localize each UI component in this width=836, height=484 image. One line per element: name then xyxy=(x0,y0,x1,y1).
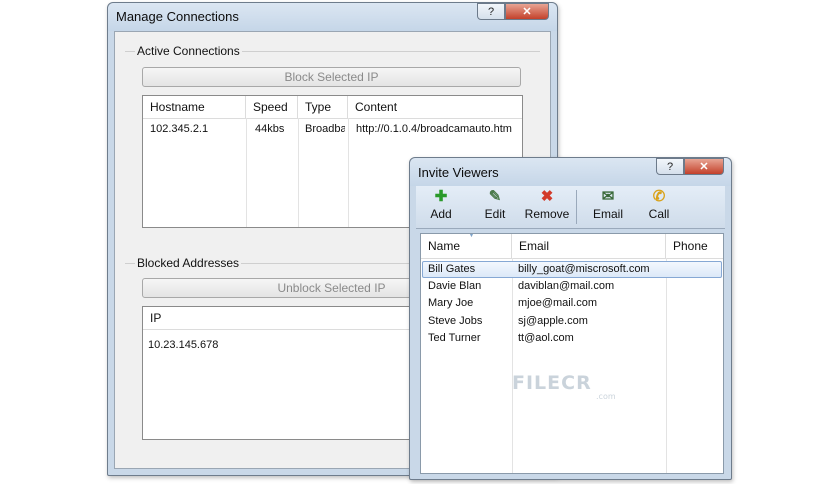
column-content[interactable]: Content xyxy=(348,96,522,118)
edit-person-icon: ✎ xyxy=(488,188,502,205)
type-cell: Broadba xyxy=(305,123,345,135)
column-phone[interactable]: Phone xyxy=(666,234,723,258)
viewers-list-header: Name Email Phone ▼ xyxy=(421,234,723,259)
email-cell: billy_goat@miscrosoft.com xyxy=(518,263,650,275)
col-divider xyxy=(512,258,513,473)
manage-title-bar[interactable]: Manage Connections ? ✕ xyxy=(108,3,557,31)
email-cell: daviblan@mail.com xyxy=(518,280,615,292)
invite-viewers-window: Invite Viewers ? ✕ ✚ Add ✎ Edit ✖ Remove… xyxy=(409,157,732,480)
col-divider xyxy=(246,118,247,227)
filecr-watermark: FILECR .com xyxy=(512,372,616,401)
remove-button[interactable]: ✖ Remove xyxy=(522,188,572,226)
viewers-list[interactable]: Name Email Phone ▼ Bill Gates billy_goat… xyxy=(420,233,724,474)
name-cell: Davie Blan xyxy=(428,280,482,292)
column-hostname[interactable]: Hostname xyxy=(143,96,246,118)
name-cell: Mary Joe xyxy=(428,297,474,309)
toolbar-separator xyxy=(576,190,577,224)
col-divider xyxy=(348,118,349,227)
column-name[interactable]: Name xyxy=(421,234,512,258)
column-speed[interactable]: Speed xyxy=(246,96,298,118)
active-connections-label: Active Connections xyxy=(135,44,242,58)
name-cell: Steve Jobs xyxy=(428,315,483,327)
invite-toolbar: ✚ Add ✎ Edit ✖ Remove ✉ Email ✆ Call xyxy=(416,186,725,229)
email-person-icon: ✉ xyxy=(601,188,615,205)
column-email[interactable]: Email xyxy=(512,234,666,258)
plus-icon: ✚ xyxy=(434,188,448,205)
manage-help-button[interactable]: ? xyxy=(477,3,505,20)
email-cell: sj@apple.com xyxy=(518,315,588,327)
phone-icon: ✆ xyxy=(652,188,666,205)
invite-help-button[interactable]: ? xyxy=(656,158,684,175)
name-cell: Bill Gates xyxy=(428,263,476,275)
speed-cell: 44kbs xyxy=(255,123,285,135)
manage-window-title: Manage Connections xyxy=(116,9,239,24)
remove-x-icon: ✖ xyxy=(540,188,554,205)
name-cell: Ted Turner xyxy=(428,332,481,344)
ip-cell: 10.23.145.678 xyxy=(148,339,219,351)
add-button[interactable]: ✚ Add xyxy=(424,188,458,226)
col-divider xyxy=(298,118,299,227)
email-cell: mjoe@mail.com xyxy=(518,297,598,309)
active-list-header: Hostname Speed Type Content xyxy=(143,96,522,119)
content-cell: http://0.1.0.4/broadcamauto.htm xyxy=(356,123,512,135)
invite-title-bar[interactable]: Invite Viewers ? ✕ xyxy=(410,158,731,186)
edit-button[interactable]: ✎ Edit xyxy=(478,188,512,226)
email-button[interactable]: ✉ Email xyxy=(588,188,628,226)
blocked-addresses-label: Blocked Addresses xyxy=(135,256,242,270)
col-divider xyxy=(666,258,667,473)
column-type[interactable]: Type xyxy=(298,96,348,118)
hostname-cell: 102.345.2.1 xyxy=(150,123,209,135)
invite-window-title: Invite Viewers xyxy=(418,165,499,180)
sort-indicator-icon: ▼ xyxy=(468,233,475,239)
invite-close-button[interactable]: ✕ xyxy=(684,158,724,175)
manage-close-button[interactable]: ✕ xyxy=(505,3,549,20)
call-button[interactable]: ✆ Call xyxy=(644,188,674,226)
block-selected-ip-button[interactable]: Block Selected IP xyxy=(142,67,521,87)
email-cell: tt@aol.com xyxy=(518,332,574,344)
